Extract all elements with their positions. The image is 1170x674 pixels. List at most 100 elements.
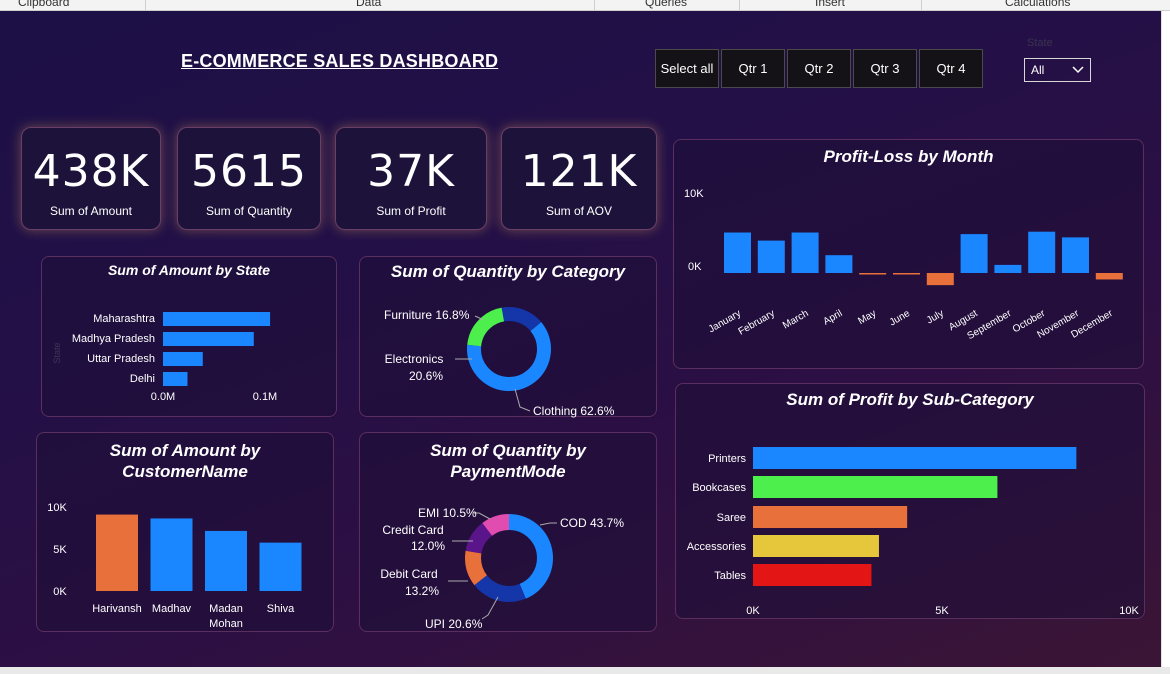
data-label: COD 43.7% <box>560 516 624 530</box>
tick-label: 0K <box>53 586 67 598</box>
quantity-by-paymentmode-chart: COD 43.7% UPI 20.6% Debit Card 13.2% Credit … <box>380 506 624 631</box>
kpi-card-aov: 121K Sum of AOV <box>501 127 657 230</box>
tick-label: May <box>856 308 878 327</box>
tick-label: Mohan <box>209 618 243 630</box>
tick-label: June <box>888 308 913 329</box>
profit-by-subcategory-chart: Printers Bookcases Saree Accessories Tables 0… <box>687 447 1139 617</box>
bar <box>1028 231 1056 273</box>
kpi-card-profit: 37K Sum of Profit <box>335 127 487 230</box>
ribbon-divider <box>739 0 740 10</box>
vertical-scrollbar[interactable] <box>1161 11 1170 667</box>
dashboard-title: E-COMMERCE SALES DASHBOARD <box>181 51 499 71</box>
tick-label: 5K <box>935 605 949 617</box>
tick-label: 0K <box>746 605 760 617</box>
tick-label: April <box>822 308 845 328</box>
ribbon-item-calculations[interactable]: Calculations <box>1005 0 1070 9</box>
data-label: Furniture 16.8% <box>384 308 470 322</box>
bar <box>994 264 1022 273</box>
state-slicer-label: State <box>1027 37 1053 49</box>
data-label: EMI 10.5% <box>418 506 477 520</box>
slicer-qtr2-button[interactable]: Qtr 2 <box>787 49 851 88</box>
kpi-value: 121K <box>520 146 638 197</box>
data-label: 13.2% <box>405 584 439 598</box>
bar <box>926 273 954 286</box>
kpi-label: Sum of Profit <box>376 204 446 218</box>
tick-label: Saree <box>717 512 746 524</box>
kpi-label: Sum of Quantity <box>205 204 293 218</box>
ribbon-item-queries[interactable]: Queries <box>645 0 687 9</box>
ribbon-item-data[interactable]: Data <box>356 0 381 9</box>
tick-label: February <box>737 308 777 338</box>
bar <box>893 273 920 275</box>
tick-label: Madhav <box>152 603 192 615</box>
tick-label: 10K <box>47 502 67 514</box>
ribbon-item-clipboard[interactable]: Clipboard <box>18 0 69 9</box>
bar <box>205 530 247 591</box>
bar <box>825 255 853 273</box>
kpi-label: Sum of Amount <box>49 204 133 218</box>
tick-label: 0.1M <box>253 391 277 403</box>
ribbon-divider <box>145 0 146 10</box>
bar <box>753 476 998 498</box>
panel-amount-by-customer: Sum of Amount by CustomerName 10K 5K 0K Har… <box>36 432 334 632</box>
tick-label: Shiva <box>267 603 295 615</box>
bar <box>163 332 254 346</box>
amount-by-state-chart: State Maharashtra Madhya Pradesh Uttar Prad… <box>52 312 277 403</box>
profit-loss-by-month-chart: 10K0KJanuaryFebruary March April May June Jul… <box>684 188 1123 342</box>
data-label: 12.0% <box>411 539 445 553</box>
bar <box>150 518 193 591</box>
data-label: UPI 20.6% <box>425 617 483 631</box>
tick-label: 0.0M <box>151 391 175 403</box>
leader-line <box>539 522 557 526</box>
ribbon-divider <box>594 0 595 10</box>
tick-label: March <box>781 308 811 331</box>
bar <box>96 514 138 591</box>
panel-quantity-by-paymentmode: Sum of Quantity by PaymentMode COD 43.7%… <box>359 432 657 632</box>
leader-line <box>481 596 499 620</box>
bar <box>960 234 988 273</box>
slicer-select-all-button[interactable]: Select all <box>655 49 719 88</box>
panel-quantity-by-category: Sum of Quantity by Category Clothing 62.… <box>359 256 657 418</box>
data-label: 20.6% <box>409 369 443 383</box>
bar <box>753 506 908 528</box>
data-label: Credit Card <box>382 523 443 537</box>
tick-label: 0K <box>688 261 702 273</box>
bar <box>259 542 302 591</box>
kpi-value: 438K <box>32 146 150 197</box>
y-axis-label: State <box>52 342 62 363</box>
tick-label: Maharashtra <box>93 313 156 325</box>
kpi-card-quantity: 5615 Sum of Quantity <box>177 127 321 230</box>
amount-by-customer-chart: 10K 5K 0K Harivansh Madhav Madan Mohan Shiva <box>47 502 302 630</box>
bar <box>753 447 1077 469</box>
kpi-value: 37K <box>367 146 455 197</box>
tick-label: Uttar Pradesh <box>87 353 155 365</box>
tick-label: Printers <box>708 453 746 465</box>
tick-label: Bookcases <box>692 482 746 494</box>
chevron-down-icon <box>1072 66 1084 74</box>
slicer-qtr4-button[interactable]: Qtr 4 <box>919 49 983 88</box>
tick-label: 10K <box>684 188 704 200</box>
tick-label: 10K <box>1119 605 1139 617</box>
tick-label: Accessories <box>687 541 747 553</box>
bar <box>1095 273 1123 280</box>
tick-label: Madhya Pradesh <box>72 333 155 345</box>
state-dropdown[interactable]: All <box>1024 58 1091 82</box>
data-label: Debit Card <box>380 567 437 581</box>
bar <box>163 372 188 386</box>
tick-label: 5K <box>53 544 67 556</box>
leader-line <box>514 388 531 412</box>
slicer-qtr3-button[interactable]: Qtr 3 <box>853 49 917 88</box>
kpi-value: 5615 <box>191 146 307 197</box>
bar <box>724 232 751 273</box>
state-dropdown-value: All <box>1031 63 1045 77</box>
ribbon-item-insert[interactable]: Insert <box>815 0 845 9</box>
ribbon-bar: Clipboard Data Queries Insert Calculatio… <box>0 0 1170 11</box>
bar <box>1062 237 1089 273</box>
bar <box>753 535 879 557</box>
tick-label: Harivansh <box>92 603 142 615</box>
panel-amount-by-state: Sum of Amount by State State Maharashtra M… <box>41 256 337 417</box>
data-label: Clothing 62.6% <box>533 404 615 418</box>
slicer-qtr1-button[interactable]: Qtr 1 <box>721 49 785 88</box>
status-strip <box>0 667 1170 674</box>
tick-label: July <box>925 308 946 326</box>
